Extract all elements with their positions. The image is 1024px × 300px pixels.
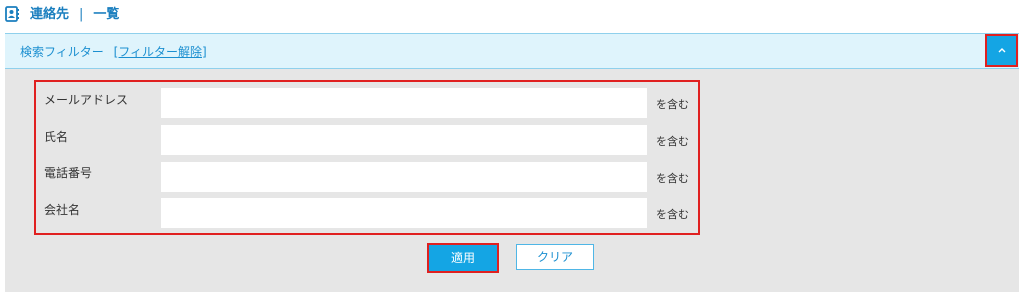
filter-title: 検索フィルター xyxy=(20,45,104,59)
breadcrumb: 連絡先 | 一覧 xyxy=(30,6,119,24)
contact-card-icon xyxy=(5,6,19,22)
apply-button[interactable]: 適用 xyxy=(427,243,499,273)
filter-fields-group: メールアドレス を含む 氏名 を含む 電話番号 を含む 会社名 を含む xyxy=(34,80,700,235)
company-field[interactable] xyxy=(161,198,647,228)
email-field[interactable] xyxy=(161,88,647,118)
filter-title-area: 検索フィルター [フィルター解除] xyxy=(20,43,207,60)
email-label: メールアドレス xyxy=(44,93,129,107)
phone-label: 電話番号 xyxy=(44,166,93,180)
email-match-suffix: を含む xyxy=(656,98,689,111)
company-match-suffix: を含む xyxy=(656,208,689,221)
phone-match-suffix: を含む xyxy=(656,172,689,185)
name-match-suffix: を含む xyxy=(656,135,689,148)
name-field[interactable] xyxy=(161,125,647,155)
phone-field[interactable] xyxy=(161,162,647,192)
chevron-up-icon xyxy=(998,48,1006,53)
page-header: 連絡先 | 一覧 xyxy=(0,0,1024,32)
company-label: 会社名 xyxy=(44,203,81,217)
clear-button[interactable]: クリア xyxy=(516,244,594,270)
breadcrumb-current: 一覧 xyxy=(93,7,120,22)
breadcrumb-section[interactable]: 連絡先 xyxy=(30,7,69,22)
collapse-filter-button[interactable] xyxy=(985,34,1018,67)
breadcrumb-separator: | xyxy=(79,7,84,22)
filter-panel: メールアドレス を含む 氏名 を含む 電話番号 を含む 会社名 を含む 適用 ク… xyxy=(5,69,1019,292)
name-label: 氏名 xyxy=(44,130,69,144)
filter-bar: 検索フィルター [フィルター解除] xyxy=(5,33,1019,69)
clear-filter-link[interactable]: [フィルター解除] xyxy=(114,45,207,59)
